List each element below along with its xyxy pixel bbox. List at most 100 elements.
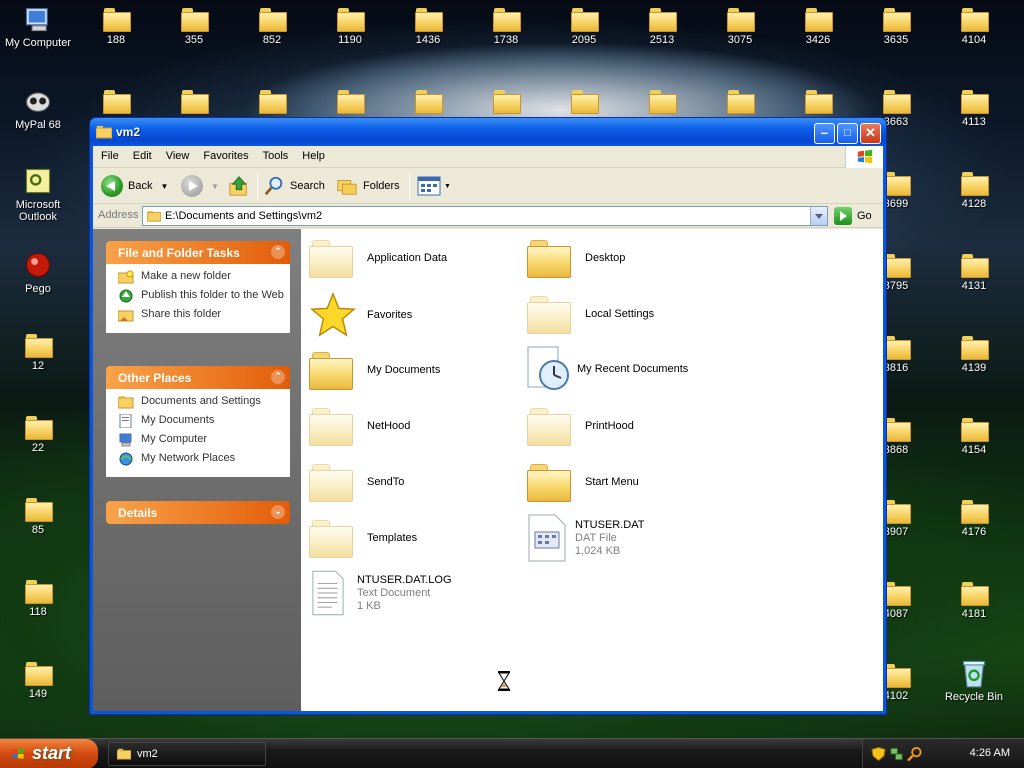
file-item[interactable]: NTUSER.DAT.LOG Text Document 1 KB bbox=[311, 570, 452, 616]
desktop-folder[interactable]: 1190 bbox=[314, 8, 386, 46]
security-shield-icon[interactable] bbox=[871, 746, 886, 762]
network-icon[interactable] bbox=[889, 746, 904, 762]
file-item[interactable]: Favorites bbox=[309, 292, 412, 338]
place-documents-and-settings[interactable]: Documents and Settings bbox=[118, 395, 290, 409]
close-button[interactable]: ✕ bbox=[860, 123, 881, 144]
desktop-folder[interactable]: 2513 bbox=[626, 8, 698, 46]
desktop-folder[interactable]: 4176 bbox=[938, 500, 1010, 538]
file-item[interactable]: Start Menu bbox=[527, 462, 639, 502]
search-button[interactable]: Search bbox=[263, 174, 325, 198]
desktop-folder[interactable]: 3635 bbox=[860, 8, 932, 46]
go-button[interactable]: Go bbox=[834, 207, 872, 225]
panel-header[interactable]: Details ⌄ bbox=[106, 501, 290, 524]
desktop-folder-149[interactable]: 149 bbox=[2, 662, 74, 700]
folder-icon bbox=[961, 90, 989, 114]
file-item[interactable]: NTUSER.DAT DAT File 1,024 KB bbox=[527, 514, 644, 562]
file-item[interactable]: Application Data bbox=[309, 238, 447, 278]
chevron-down-icon[interactable]: ▼ bbox=[444, 183, 451, 190]
desktop-folder[interactable]: 3075 bbox=[704, 8, 776, 46]
desktop-folder-118[interactable]: 118 bbox=[2, 580, 74, 618]
desktop-folder[interactable]: 4131 bbox=[938, 254, 1010, 292]
menu-favorites[interactable]: Favorites bbox=[196, 146, 255, 162]
desktop-folder[interactable] bbox=[80, 90, 152, 116]
desktop-icon-recycle-bin[interactable]: Recycle Bin bbox=[938, 658, 1010, 703]
desktop-folder[interactable] bbox=[782, 90, 854, 116]
desktop-icon-outlook[interactable]: Microsoft Outlook bbox=[2, 166, 74, 223]
desktop-icon-my-computer[interactable]: My Computer bbox=[2, 4, 74, 49]
desktop-folder[interactable] bbox=[158, 90, 230, 116]
desktop-folder[interactable]: 3426 bbox=[782, 8, 854, 46]
place-my-network-places[interactable]: My Network Places bbox=[118, 452, 290, 466]
desktop-folder[interactable] bbox=[392, 90, 464, 116]
maximize-button[interactable]: □ bbox=[837, 123, 858, 144]
chevron-up-icon[interactable]: ⌃ bbox=[271, 245, 285, 259]
file-name: Templates bbox=[367, 531, 418, 544]
task-make-new-folder[interactable]: Make a new folder bbox=[118, 270, 290, 284]
desktop-folder[interactable]: 852 bbox=[236, 8, 308, 46]
desktop-folder[interactable]: 4104 bbox=[938, 8, 1010, 46]
panel-header[interactable]: File and Folder Tasks ⌃ bbox=[106, 241, 290, 264]
chevron-down-icon[interactable]: ▼ bbox=[211, 182, 219, 191]
desktop-folder[interactable]: 4139 bbox=[938, 336, 1010, 374]
desktop-folder[interactable] bbox=[470, 90, 542, 116]
desktop-icon-pego[interactable]: Pego bbox=[2, 250, 74, 295]
folder-icon bbox=[309, 462, 357, 502]
place-my-computer[interactable]: My Computer bbox=[118, 433, 290, 447]
search-tray-icon[interactable] bbox=[907, 746, 922, 762]
folder-icon bbox=[493, 90, 521, 114]
forward-button[interactable]: ▼ bbox=[181, 174, 219, 198]
address-dropdown-button[interactable] bbox=[810, 207, 827, 225]
menu-tools[interactable]: Tools bbox=[256, 146, 296, 162]
desktop-folder[interactable]: 4128 bbox=[938, 172, 1010, 210]
file-name: My Documents bbox=[367, 363, 441, 376]
minimize-button[interactable]: – bbox=[814, 123, 835, 144]
desktop-folder[interactable]: 1436 bbox=[392, 8, 464, 46]
desktop-icon-mypal[interactable]: MyPal 68 bbox=[2, 86, 74, 131]
back-button[interactable]: Back ▼ bbox=[101, 174, 168, 198]
menu-view[interactable]: View bbox=[159, 146, 197, 162]
task-share-folder[interactable]: Share this folder bbox=[118, 308, 290, 322]
start-label: start bbox=[32, 743, 72, 763]
desktop-folder[interactable] bbox=[314, 90, 386, 116]
chevron-down-icon[interactable]: ⌄ bbox=[271, 505, 285, 519]
start-button[interactable]: start bbox=[0, 739, 98, 768]
desktop-folder[interactable]: 2095 bbox=[548, 8, 620, 46]
desktop-folder-22[interactable]: 22 bbox=[2, 416, 74, 454]
folder-icon bbox=[415, 8, 443, 32]
file-item[interactable]: PrintHood bbox=[527, 406, 634, 446]
panel-header[interactable]: Other Places ⌃ bbox=[106, 366, 290, 389]
chevron-up-icon[interactable]: ⌃ bbox=[271, 370, 285, 384]
desktop-folder-85[interactable]: 85 bbox=[2, 498, 74, 536]
place-my-documents[interactable]: My Documents bbox=[118, 414, 290, 428]
address-input[interactable]: E:\Documents and Settings\vm2 bbox=[142, 206, 828, 226]
task-label: Share this folder bbox=[141, 308, 222, 320]
desktop-folder[interactable] bbox=[704, 90, 776, 116]
file-item[interactable]: Desktop bbox=[527, 238, 625, 278]
menu-file[interactable]: File bbox=[93, 146, 126, 162]
up-folder-button[interactable] bbox=[228, 174, 250, 198]
file-item[interactable]: My Documents bbox=[309, 350, 440, 390]
file-item[interactable]: My Recent Documents bbox=[523, 345, 688, 393]
desktop-folder[interactable]: 4181 bbox=[938, 582, 1010, 620]
task-publish-folder[interactable]: Publish this folder to the Web bbox=[118, 289, 290, 303]
desktop-folder-12[interactable]: 12 bbox=[2, 334, 74, 372]
desktop-folder[interactable]: 355 bbox=[158, 8, 230, 46]
chevron-down-icon[interactable]: ▼ bbox=[160, 182, 168, 191]
desktop-folder[interactable]: 4154 bbox=[938, 418, 1010, 456]
desktop-folder[interactable]: 188 bbox=[80, 8, 152, 46]
file-item[interactable]: Templates bbox=[309, 518, 417, 558]
taskbar-item-vm2[interactable]: vm2 bbox=[108, 742, 266, 766]
desktop-folder[interactable] bbox=[626, 90, 698, 116]
folders-button[interactable]: Folders bbox=[336, 174, 400, 198]
views-button[interactable]: ▼ bbox=[417, 174, 451, 198]
desktop-folder[interactable]: 4113 bbox=[938, 90, 1010, 128]
desktop-folder[interactable] bbox=[548, 90, 620, 116]
file-item[interactable]: NetHood bbox=[309, 406, 410, 446]
file-item[interactable]: Local Settings bbox=[527, 294, 654, 334]
menu-edit[interactable]: Edit bbox=[126, 146, 159, 162]
file-item[interactable]: SendTo bbox=[309, 462, 404, 502]
title-bar[interactable]: vm2 – □ ✕ bbox=[90, 118, 886, 146]
desktop-folder[interactable]: 1738 bbox=[470, 8, 542, 46]
desktop-folder[interactable] bbox=[236, 90, 308, 116]
menu-help[interactable]: Help bbox=[295, 146, 332, 162]
